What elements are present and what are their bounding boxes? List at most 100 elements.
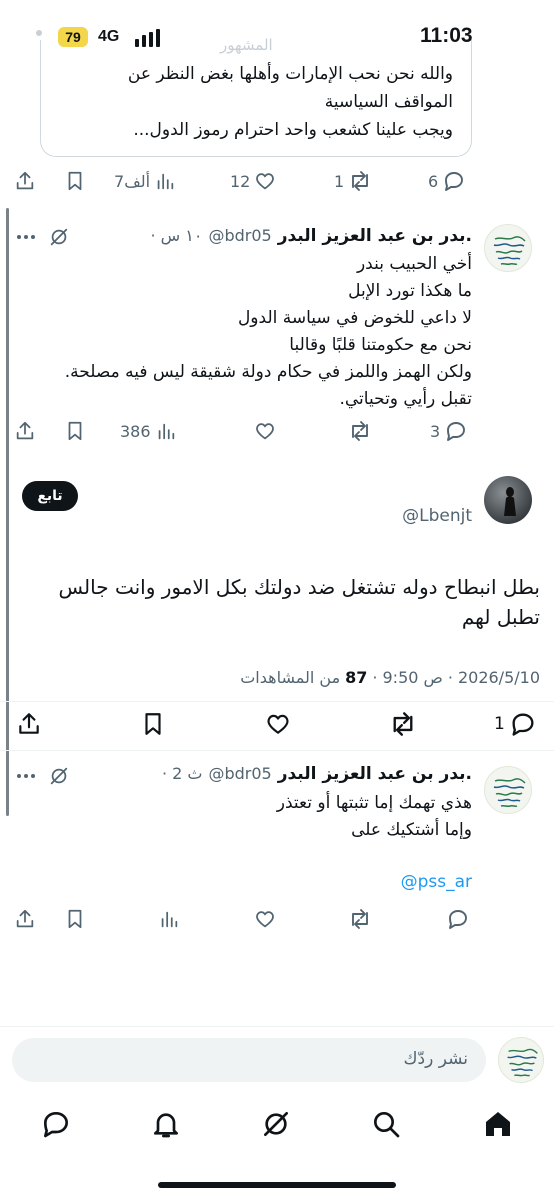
- handle[interactable]: @bdr05: [208, 226, 271, 245]
- reply-1-header: · ١٠ س @bdr05 بدر بن عبد العزيز البدر.: [150, 226, 472, 246]
- reposts-count: 1: [334, 171, 345, 191]
- reply-button[interactable]: 6: [428, 170, 466, 192]
- reply-button[interactable]: 3: [430, 420, 468, 442]
- post-text-line: وإما أشتكيك على: [351, 820, 472, 840]
- bookmark-button[interactable]: [64, 420, 86, 442]
- share-icon: [16, 421, 34, 440]
- avatar[interactable]: [484, 766, 532, 814]
- reply-placeholder: نشر ردّك: [403, 1049, 468, 1069]
- avatar[interactable]: [484, 224, 532, 272]
- share-button[interactable]: [14, 908, 36, 930]
- quoted-post-line: والله نحن نحب الإمارات وأهلها بغض النظر …: [127, 64, 453, 84]
- avatar[interactable]: [484, 476, 532, 524]
- bookmark-button[interactable]: [64, 908, 86, 930]
- search-icon[interactable]: [370, 1108, 402, 1140]
- messages-icon[interactable]: [40, 1108, 72, 1140]
- reply-icon: [447, 422, 466, 441]
- quoted-post-actions: 7ألف 12 1 6: [0, 162, 554, 202]
- bookmark-button[interactable]: [64, 170, 86, 192]
- reply-2-actions: [0, 900, 554, 940]
- views-count: 386: [120, 421, 151, 441]
- post-time: 9:50 ص: [382, 668, 443, 687]
- replies-count: 3: [430, 421, 441, 441]
- repost-icon: [352, 909, 368, 929]
- views-icon: [161, 911, 178, 928]
- grok-icon[interactable]: [48, 765, 70, 787]
- views-button[interactable]: 7ألف: [114, 170, 176, 192]
- repost-icon: [352, 421, 368, 441]
- repost-icon: [352, 171, 369, 191]
- more-options-icon[interactable]: [16, 234, 36, 240]
- like-button[interactable]: [254, 908, 276, 930]
- share-button[interactable]: [16, 711, 42, 737]
- share-button[interactable]: [14, 170, 36, 192]
- post-text-line: أخي الحبيب بندر: [356, 254, 472, 274]
- views-button[interactable]: 386: [120, 420, 177, 442]
- heart-icon: [256, 911, 274, 928]
- reply-button[interactable]: 1: [494, 711, 537, 737]
- calligraphy-avatar-icon: [493, 778, 526, 808]
- views-icon: [158, 423, 174, 440]
- post-text-line: تقبل رأيي وتحياتي.: [339, 389, 472, 409]
- reply-input[interactable]: نشر ردّك: [12, 1038, 486, 1082]
- heart-icon: [267, 714, 289, 734]
- more-options-icon[interactable]: [16, 773, 36, 779]
- home-icon[interactable]: [482, 1108, 514, 1140]
- calligraphy-avatar-icon: [507, 1048, 538, 1077]
- post-meta: من المشاهدات 87 · 9:50 ص · 2026/5/10: [240, 668, 540, 687]
- notifications-icon[interactable]: [150, 1108, 182, 1140]
- share-icon: [16, 171, 34, 190]
- composer-avatar: [498, 1037, 544, 1083]
- post-text-line: نحن مع حكومتنا قلبًا وقالبا: [289, 335, 472, 355]
- mention-link[interactable]: @pss_ar: [401, 872, 472, 892]
- heart-icon: [256, 423, 274, 440]
- divider: [0, 1026, 554, 1027]
- post-text-line: بطل انبطاح دوله تشتغل ضد دولتك بكل الامو…: [58, 575, 540, 599]
- grok-icon[interactable]: [260, 1108, 292, 1140]
- bookmark-icon: [68, 421, 82, 441]
- replies-count: 6: [428, 171, 439, 191]
- bookmark-button[interactable]: [140, 711, 166, 737]
- post-text-line: ما هكذا تورد الإبل: [348, 281, 472, 301]
- share-icon: [16, 909, 34, 928]
- repost-button[interactable]: [348, 908, 372, 930]
- person-silhouette-icon: [504, 487, 516, 516]
- quoted-post-card[interactable]: والله نحن نحب الإمارات وأهلها بغض النظر …: [40, 40, 472, 157]
- main-post-body: بطل انبطاح دوله تشتغل ضد دولتك بكل الامو…: [59, 572, 540, 632]
- share-icon: [19, 713, 39, 734]
- bookmark-icon: [68, 171, 82, 191]
- handle[interactable]: @Lbenjt: [402, 506, 472, 526]
- divider: [0, 701, 554, 702]
- home-indicator: [158, 1182, 396, 1188]
- post-date: 2026/5/10: [457, 668, 540, 687]
- views-button[interactable]: [158, 908, 180, 930]
- handle[interactable]: @bdr05: [208, 764, 271, 783]
- quoted-post-line: المواقف السياسية: [324, 92, 453, 112]
- reply-icon: [512, 713, 534, 736]
- reply-icon: [449, 910, 467, 929]
- post-time: · ١٠ س: [150, 226, 203, 245]
- grok-icon[interactable]: [48, 226, 70, 248]
- author-name[interactable]: بدر بن عبد العزيز البدر.: [278, 764, 472, 784]
- bookmark-icon: [68, 909, 82, 929]
- reply-2-header: · 2 ث @bdr05 بدر بن عبد العزيز البدر.: [162, 764, 472, 784]
- views-icon: [157, 173, 174, 190]
- share-button[interactable]: [14, 420, 36, 442]
- main-post-actions: 1: [0, 705, 554, 745]
- reply-button[interactable]: [446, 908, 470, 930]
- like-button[interactable]: [264, 711, 292, 737]
- reply-icon: [445, 172, 464, 191]
- reply-1-body: أخي الحبيب بندر ما هكذا تورد الإبل لا دا…: [65, 251, 472, 413]
- repost-button[interactable]: [348, 420, 372, 442]
- like-button[interactable]: [254, 420, 276, 442]
- author-name[interactable]: بدر بن عبد العزيز البدر.: [278, 226, 472, 246]
- repost-button[interactable]: 1: [334, 170, 372, 192]
- follow-button[interactable]: تابع: [22, 481, 78, 511]
- quoted-post-line: ويجب علينا كشعب واحد احترام رموز الدول..…: [133, 120, 453, 140]
- like-button[interactable]: 12: [230, 170, 276, 192]
- repost-button[interactable]: [388, 711, 418, 737]
- post-text-line: هذي تهمك إما تثبتها أو تعتذر: [276, 793, 472, 813]
- bookmark-icon: [145, 713, 161, 735]
- divider: [0, 750, 554, 751]
- calligraphy-avatar-icon: [493, 236, 526, 266]
